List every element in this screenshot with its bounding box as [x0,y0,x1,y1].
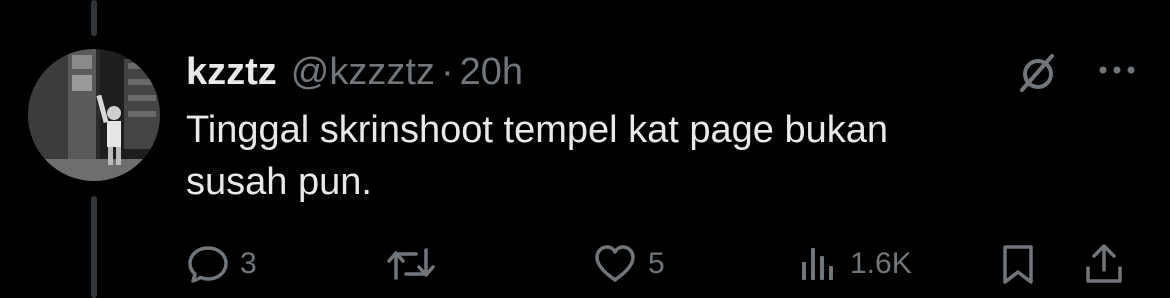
thread-line-top [91,0,97,36]
bookmark-icon [1003,245,1033,284]
avatar[interactable] [28,49,160,181]
thread-line-bottom [91,196,97,298]
grok-icon[interactable] [1014,48,1062,96]
heart-icon [595,245,635,282]
views-button[interactable]: 1.6K [796,240,912,288]
reply-count: 3 [240,247,257,280]
timestamp[interactable]: 20h [460,50,523,94]
tweet-text-line-2: susah pun. [186,161,372,203]
tweet-text: Tinggal skrinshoot tempel kat page bukan… [186,104,1086,208]
reply-button[interactable]: 3 [186,240,257,288]
user-handle[interactable]: @kzzztz [291,50,435,94]
repost-icon [387,248,435,280]
like-count: 5 [648,247,665,280]
views-count: 1.6K [850,247,912,280]
share-icon [1086,244,1122,283]
bookmark-button[interactable] [996,240,1040,288]
display-name[interactable]: kzztz [186,50,277,94]
reply-icon [188,246,228,283]
share-button[interactable] [1082,240,1126,288]
views-icon [802,248,833,280]
more-options-icon[interactable] [1094,52,1140,88]
avatar-photo [28,49,160,181]
tweet-header: kzztz @kzzztz · 20h [186,50,523,94]
repost-button[interactable] [386,240,446,288]
like-button[interactable]: 5 [592,240,665,288]
separator-dot: · [440,51,454,93]
tweet-text-line-1: Tinggal skrinshoot tempel kat page bukan [186,109,889,151]
